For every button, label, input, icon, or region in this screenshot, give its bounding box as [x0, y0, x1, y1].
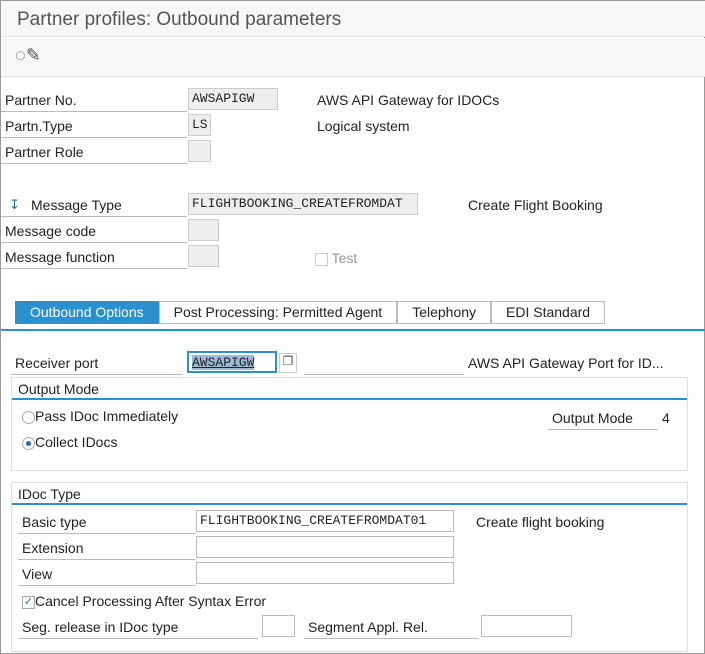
message-function-label: Message function: [1, 245, 187, 269]
tab-telephony[interactable]: Telephony: [397, 301, 492, 324]
idoc-type-title: IDoc Type: [12, 483, 687, 505]
partner-role-field[interactable]: [188, 140, 211, 162]
collect-idocs-radio[interactable]: Collect IDocs: [22, 434, 117, 450]
segment-appl-field[interactable]: [481, 615, 572, 637]
cancel-processing-label: Cancel Processing After Syntax Error: [35, 593, 267, 609]
view-label: View: [18, 562, 196, 586]
partner-role-label: Partner Role: [1, 140, 187, 164]
segment-appl-label: Segment Appl. Rel.: [304, 615, 479, 639]
divider: [304, 374, 464, 375]
partn-type-label: Partn.Type: [1, 114, 187, 138]
message-type-field[interactable]: FLIGHTBOOKING_CREATEFROMDAT: [188, 193, 418, 215]
test-label: Test: [331, 250, 358, 266]
test-checkbox[interactable]: Test: [315, 250, 357, 266]
pass-immediately-radio[interactable]: Pass IDoc Immediately: [22, 408, 178, 424]
receiver-port-desc: AWS API Gateway Port for ID...: [468, 355, 664, 371]
message-type-desc: Create Flight Booking: [468, 197, 603, 213]
seg-release-field[interactable]: [262, 615, 295, 637]
partner-no-label: Partner No.: [1, 88, 187, 112]
basic-type-label: Basic type: [18, 510, 196, 534]
tab-edi-standard[interactable]: EDI Standard: [491, 301, 606, 324]
seg-release-label: Seg. release in IDoc type: [18, 615, 258, 639]
toolbar: ◌✎: [1, 38, 705, 77]
cancel-processing-checkbox[interactable]: ✓ Cancel Processing After Syntax Error: [22, 593, 266, 609]
basic-type-desc: Create flight booking: [476, 514, 605, 530]
receiver-port-field[interactable]: AWSAPIGW: [187, 351, 277, 373]
checkmark-icon: ✓: [22, 595, 35, 609]
message-code-field[interactable]: [188, 219, 219, 241]
value-help-icon[interactable]: ❐: [279, 353, 297, 373]
partn-type-field[interactable]: LS: [188, 114, 211, 136]
idoc-type-group: IDoc Type Basic type FLIGHTBOOKING_CREAT…: [11, 482, 688, 652]
tab-divider: [1, 329, 705, 331]
output-mode-title: Output Mode: [12, 378, 687, 400]
tab-outbound-options[interactable]: Outbound Options: [15, 301, 159, 324]
page-title: Partner profiles: Outbound parameters: [1, 1, 705, 37]
partner-no-field[interactable]: AWSAPIGW: [188, 88, 278, 110]
receiver-port-label: Receiver port: [11, 351, 183, 375]
partner-no-desc: AWS API Gateway for IDOCs: [317, 92, 500, 108]
partn-type-desc: Logical system: [317, 118, 410, 134]
radio-icon: [22, 410, 35, 424]
glasses-pencil-icon[interactable]: ◌✎: [15, 45, 41, 66]
checkbox-icon: [315, 252, 328, 266]
tab-strip: Outbound Options Post Processing: Permit…: [15, 301, 606, 324]
message-code-label: Message code: [1, 219, 187, 243]
tab-post-processing[interactable]: Post Processing: Permitted Agent: [158, 301, 398, 324]
message-type-label: Message Type: [1, 193, 187, 217]
message-function-field[interactable]: [188, 245, 219, 267]
view-field[interactable]: [196, 562, 454, 584]
radio-selected-icon: [22, 436, 35, 450]
basic-type-field[interactable]: FLIGHTBOOKING_CREATEFROMDAT01: [196, 510, 454, 532]
pass-immediately-label: Pass IDoc Immediately: [35, 408, 179, 424]
output-mode-label: Output Mode: [548, 406, 658, 430]
extension-field[interactable]: [196, 536, 454, 558]
collect-idocs-label: Collect IDocs: [35, 434, 118, 450]
output-mode-group: Output Mode Pass IDoc Immediately Collec…: [11, 377, 688, 471]
output-mode-value: 4: [662, 410, 670, 426]
receiver-port-value: AWSAPIGW: [192, 355, 255, 370]
extension-label: Extension: [18, 536, 196, 560]
